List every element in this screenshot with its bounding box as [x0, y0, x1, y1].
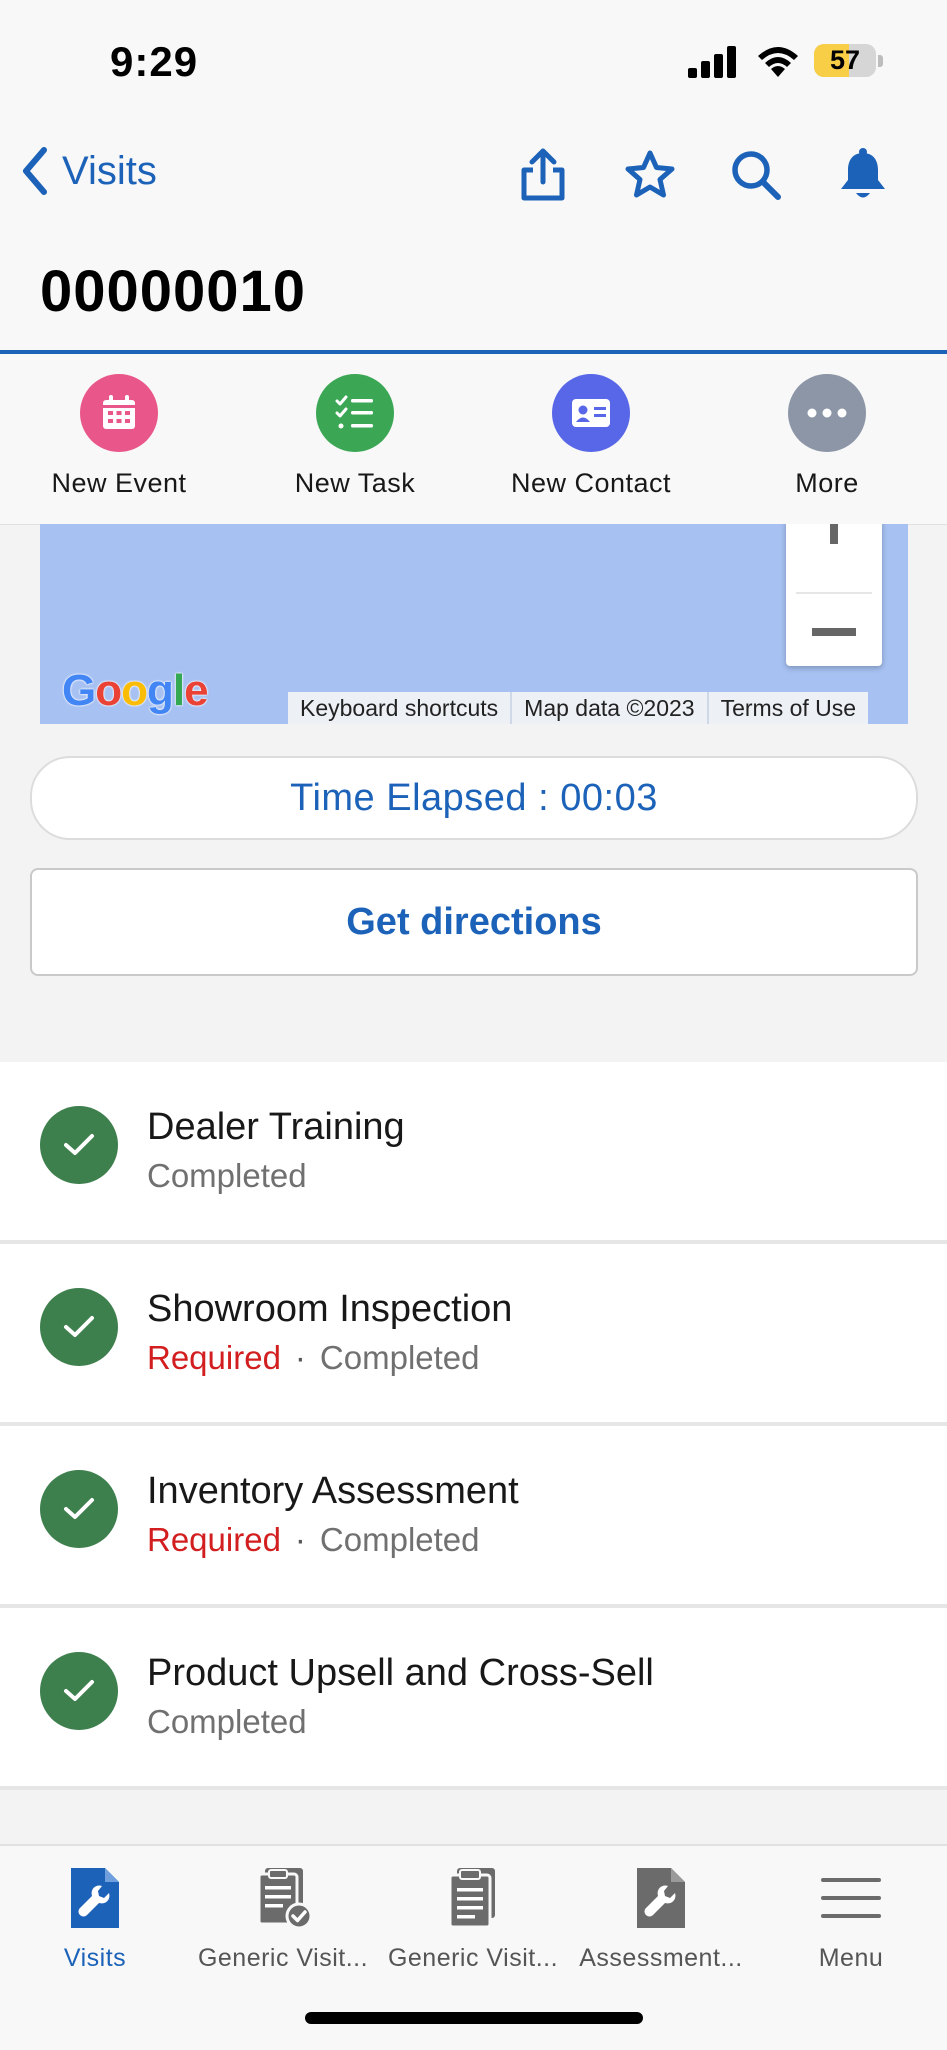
task-status-line: Completed: [147, 1703, 307, 1741]
new-event-label: New Event: [51, 468, 187, 498]
task-status: Completed: [319, 1339, 480, 1376]
task-title: Product Upsell and Cross-Sell: [147, 1652, 654, 1694]
task-status-line: Required · Completed: [147, 1339, 480, 1377]
separator-dot: ·: [294, 1521, 306, 1558]
completed-check-icon: [40, 1652, 118, 1730]
google-logo-letter: e: [184, 666, 209, 715]
task-status: Completed: [319, 1521, 480, 1558]
tab-label: Visits: [63, 1944, 127, 1972]
back-label: Visits: [62, 148, 157, 193]
search-button[interactable]: [723, 142, 789, 208]
new-contact-label: New Contact: [510, 468, 672, 498]
share-button[interactable]: [510, 142, 576, 208]
keyboard-shortcuts-link[interactable]: Keyboard shortcuts: [288, 692, 510, 724]
back-button[interactable]: Visits: [18, 140, 157, 202]
contact-card-icon: [572, 399, 610, 427]
google-logo-letter: l: [172, 666, 185, 715]
google-logo: Google: [62, 666, 209, 716]
google-logo-letter: g: [147, 666, 174, 715]
wrench-doc-icon: [637, 1868, 685, 1928]
notifications-button[interactable]: [830, 142, 896, 208]
google-logo-letter: o: [121, 666, 148, 715]
completed-check-icon: [40, 1288, 118, 1366]
tab-generic-visit-2[interactable]: Generic Visit...: [378, 1866, 568, 1976]
status-bar: 9:29 57: [0, 0, 947, 120]
new-task-label: New Task: [294, 468, 416, 498]
task-status-line: Completed: [147, 1157, 307, 1195]
bell-icon: [841, 148, 885, 198]
share-icon: [521, 148, 565, 201]
tab-label: Assessment...: [579, 1944, 743, 1972]
required-label: Required: [147, 1521, 281, 1558]
completed-check-icon: [40, 1470, 118, 1548]
map-zoom-control: [786, 524, 882, 666]
tab-generic-visit-1[interactable]: Generic Visit...: [188, 1866, 378, 1976]
battery-indicator: 57: [814, 44, 876, 77]
favorite-button[interactable]: [617, 142, 683, 208]
task-list-icon: [335, 395, 373, 429]
get-directions-button[interactable]: Get directions: [30, 868, 918, 976]
new-contact-icon-circle: [552, 374, 630, 452]
task-status: Completed: [147, 1703, 307, 1740]
map-attribution-bar: Keyboard shortcuts Map data ©2023 Terms …: [288, 692, 869, 724]
search-icon: [732, 151, 781, 200]
more-dots-icon: [807, 408, 847, 418]
task-item-dealer-training[interactable]: Dealer Training Completed: [0, 1062, 947, 1244]
record-title: 00000010: [40, 259, 307, 324]
completed-check-icon: [40, 1106, 118, 1184]
tab-label: Menu: [818, 1944, 884, 1972]
wifi-icon: [758, 47, 798, 77]
zoom-in-icon: [830, 524, 838, 544]
google-logo-letter: o: [95, 666, 122, 715]
clipboard-icon: [448, 1868, 495, 1929]
zoom-out-button[interactable]: [786, 594, 882, 666]
separator-dot: ·: [294, 1339, 306, 1376]
more-label: More: [795, 468, 859, 498]
new-task-action[interactable]: New Task: [237, 374, 473, 504]
new-task-icon-circle: [316, 374, 394, 452]
task-title: Dealer Training: [147, 1106, 405, 1148]
new-event-icon-circle: [80, 374, 158, 452]
cellular-signal-icon: [688, 46, 736, 78]
new-event-action[interactable]: New Event: [1, 374, 237, 504]
required-label: Required: [147, 1339, 281, 1376]
battery-cap: [878, 55, 883, 67]
task-item-product-upsell[interactable]: Product Upsell and Cross-Sell Completed: [0, 1608, 947, 1790]
tab-label: Generic Visit...: [197, 1944, 369, 1972]
calendar-icon: [103, 395, 135, 429]
more-icon-circle: [788, 374, 866, 452]
task-item-inventory-assessment[interactable]: Inventory Assessment Required · Completed: [0, 1426, 947, 1608]
quick-actions-bar: New Event New Task New Contact More: [0, 354, 947, 525]
map-data-link[interactable]: Map data ©2023: [510, 692, 706, 724]
tab-menu[interactable]: Menu: [756, 1866, 946, 1976]
battery-percent: 57: [829, 45, 861, 75]
terms-of-use-link[interactable]: Terms of Use: [706, 692, 868, 724]
task-status-line: Required · Completed: [147, 1521, 480, 1559]
clipboard-check-icon: [257, 1868, 313, 1930]
task-title: Inventory Assessment: [147, 1470, 519, 1512]
tab-visits[interactable]: Visits: [0, 1866, 190, 1976]
task-item-showroom-inspection[interactable]: Showroom Inspection Required · Completed: [0, 1244, 947, 1426]
new-contact-action[interactable]: New Contact: [473, 374, 709, 504]
navigation-bar: Visits 00000010: [0, 120, 947, 354]
status-time: 9:29: [110, 38, 199, 85]
task-status: Completed: [147, 1157, 307, 1194]
map-view[interactable]: Google Keyboard shortcuts Map data ©2023…: [40, 524, 908, 724]
tab-label: Generic Visit...: [387, 1944, 559, 1972]
star-icon: [625, 150, 675, 198]
tab-assessment[interactable]: Assessment...: [566, 1866, 756, 1976]
zoom-out-icon: [812, 628, 856, 636]
chevron-left-icon: [23, 147, 47, 195]
more-actions[interactable]: More: [709, 374, 945, 504]
time-elapsed-pill: Time Elapsed : 00:03: [30, 756, 918, 840]
hamburger-icon: [821, 1878, 881, 1918]
home-indicator[interactable]: [305, 2012, 643, 2024]
google-logo-letter: G: [62, 666, 96, 715]
wrench-icon: [71, 1868, 119, 1928]
task-title: Showroom Inspection: [147, 1288, 513, 1330]
zoom-in-button[interactable]: [786, 524, 882, 590]
